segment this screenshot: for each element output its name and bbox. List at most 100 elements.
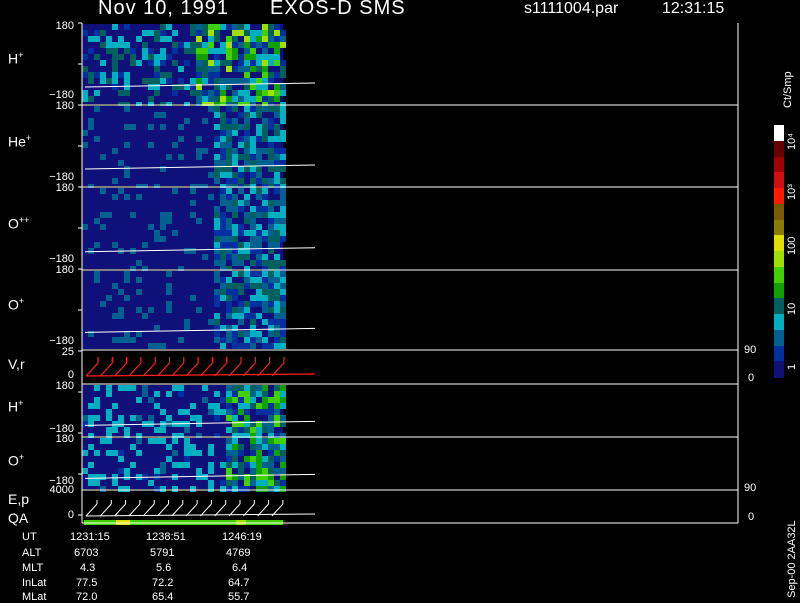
spectrogram-cell xyxy=(262,60,268,66)
spectrogram-cell xyxy=(262,337,268,343)
spectrogram-cell xyxy=(214,230,220,236)
spectrogram-cell xyxy=(154,427,160,433)
spectrogram-cell xyxy=(244,148,250,154)
spectrogram-cell xyxy=(160,60,166,66)
colorbar-label: 100 xyxy=(786,236,798,255)
ephem-value: 72.2 xyxy=(152,577,174,589)
spectrogram-cell xyxy=(238,444,244,450)
spectrogram-cell xyxy=(214,142,220,148)
spectrogram-cell xyxy=(226,60,232,66)
spectrogram-cell xyxy=(148,78,154,84)
spectrogram-cell xyxy=(220,260,226,266)
spectrogram-cell xyxy=(214,172,220,178)
spectrogram-cell xyxy=(214,331,220,337)
spectrogram-cell xyxy=(256,271,262,277)
spectrogram-cell xyxy=(214,30,220,36)
spectrogram-cell xyxy=(190,450,196,456)
spectrogram-cell xyxy=(280,84,286,90)
velocity-sawtooth xyxy=(228,362,242,377)
spectrogram-cell xyxy=(184,42,190,48)
spectrogram-cell xyxy=(226,254,232,260)
spectrogram-cell xyxy=(232,480,238,486)
spectrogram-cell xyxy=(226,160,232,166)
spectrogram-cell xyxy=(232,30,238,36)
spectrogram-cell xyxy=(262,24,268,30)
spectrogram-cell xyxy=(136,36,142,42)
spectrogram-cell xyxy=(268,54,274,60)
spectrogram-cell xyxy=(250,397,256,403)
spectrogram-cell xyxy=(250,242,256,248)
spectrogram-cell xyxy=(88,474,94,480)
spectrogram-cell xyxy=(274,319,280,325)
spectrogram-cell xyxy=(208,48,214,54)
spectrogram-cell xyxy=(280,462,286,468)
spectrogram-cell xyxy=(274,450,280,456)
spectrogram-cell xyxy=(262,277,268,283)
spectrogram-cell xyxy=(256,130,262,136)
spectrogram-cell xyxy=(148,142,154,148)
spectrogram-cell xyxy=(268,212,274,218)
spectrogram-cell xyxy=(250,301,256,307)
spectrogram-cell xyxy=(244,194,250,200)
spectrogram-cell xyxy=(130,337,136,343)
spectrogram-cell xyxy=(166,444,172,450)
spectrogram-cell xyxy=(100,72,106,78)
spectrogram-cell xyxy=(262,130,268,136)
spectrogram-cell xyxy=(166,456,172,462)
spectrogram-cell xyxy=(226,172,232,178)
spectrogram-cell xyxy=(232,450,238,456)
spectrogram-cell xyxy=(226,36,232,42)
spectrogram-cell xyxy=(166,72,172,78)
spectrogram-cell xyxy=(250,96,256,102)
spectrogram-cell xyxy=(208,30,214,36)
spectrogram-cell xyxy=(214,206,220,212)
spectrogram-cell xyxy=(106,36,112,42)
spectrogram-cell xyxy=(190,30,196,36)
spectrogram-cell xyxy=(214,78,220,84)
spectrogram-cell xyxy=(256,54,262,60)
spectrogram-cell xyxy=(172,230,178,236)
spectrogram-cell xyxy=(238,307,244,313)
spectrogram-cell xyxy=(256,391,262,397)
spectrogram-cell xyxy=(214,96,220,102)
spectrogram-cell xyxy=(268,319,274,325)
spectrogram-cell xyxy=(196,421,202,427)
spectrogram-cell xyxy=(220,24,226,30)
spectrogram-cell xyxy=(280,236,286,242)
spectrogram-cell xyxy=(106,385,112,391)
spectrogram-cell xyxy=(214,313,220,319)
spectrogram-cell xyxy=(256,456,262,462)
spectrogram-cell xyxy=(136,397,142,403)
ephem-value: 5791 xyxy=(150,547,175,559)
spectrogram-cell xyxy=(280,271,286,277)
spectrogram-cell xyxy=(274,277,280,283)
spectrogram-cell xyxy=(256,254,262,260)
spectrogram-cell xyxy=(268,96,274,102)
spectrogram-cell xyxy=(166,271,172,277)
spectrogram-cell xyxy=(250,319,256,325)
spectrogram-cell xyxy=(280,456,286,462)
spectrogram-cell xyxy=(190,188,196,194)
spectrogram-cell xyxy=(178,124,184,130)
spectrogram-cell xyxy=(172,60,178,66)
spectrogram-cell xyxy=(262,188,268,194)
spectrogram-cell xyxy=(196,468,202,474)
colorbar-unit: Ct/Smp xyxy=(782,71,794,108)
spectrogram-cell xyxy=(232,130,238,136)
ephem-name: InLat xyxy=(22,577,47,589)
spectrogram-cell xyxy=(238,254,244,260)
spectrogram-cell xyxy=(166,154,172,160)
spectrogram-cell xyxy=(232,421,238,427)
spectrogram-cell xyxy=(274,260,280,266)
spectrogram-cell xyxy=(166,218,172,224)
spectrogram-cell xyxy=(250,48,256,54)
spectrogram-cell xyxy=(280,325,286,331)
spectrogram-cell xyxy=(274,112,280,118)
spectrogram-cell xyxy=(82,421,88,427)
spectrogram-cell xyxy=(88,78,94,84)
spectrogram-cell xyxy=(274,391,280,397)
spectrogram-cell xyxy=(208,409,214,415)
spectrogram-cell xyxy=(190,444,196,450)
spectrogram-cell xyxy=(124,277,130,283)
spectrogram-cell xyxy=(208,403,214,409)
